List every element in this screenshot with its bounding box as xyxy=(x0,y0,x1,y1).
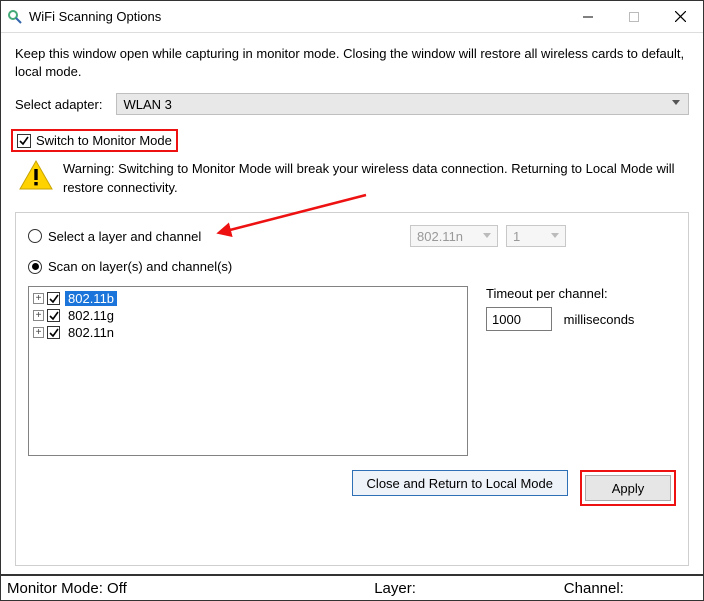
chevron-down-icon xyxy=(672,100,680,105)
monitor-mode-checkbox[interactable] xyxy=(17,134,31,148)
intro-text: Keep this window open while capturing in… xyxy=(15,45,689,81)
apply-highlight: Apply xyxy=(580,470,676,506)
status-layer-label: Layer: xyxy=(374,580,416,597)
tree-item-label: 802.11b xyxy=(65,291,117,306)
radio-scan-layers-label: Scan on layer(s) and channel(s) xyxy=(48,259,232,274)
tree-checkbox[interactable] xyxy=(47,326,60,339)
app-icon xyxy=(7,9,23,25)
tree-checkbox[interactable] xyxy=(47,309,60,322)
monitor-mode-highlight: Switch to Monitor Mode xyxy=(11,129,178,152)
tree-item-label: 802.11n xyxy=(65,325,117,340)
warning-text: Warning: Switching to Monitor Mode will … xyxy=(63,160,685,198)
tree-item[interactable]: + 802.11b xyxy=(31,290,465,307)
adapter-value: WLAN 3 xyxy=(123,97,171,112)
expand-icon[interactable]: + xyxy=(33,293,44,304)
tree-item[interactable]: + 802.11g xyxy=(31,307,465,324)
radio-select-layer-label: Select a layer and channel xyxy=(48,229,201,244)
apply-button[interactable]: Apply xyxy=(585,475,671,501)
adapter-select[interactable]: WLAN 3 xyxy=(116,93,689,115)
close-button-label: Close and Return to Local Mode xyxy=(367,476,553,491)
window-titlebar: WiFi Scanning Options xyxy=(1,1,703,33)
close-window-button[interactable] xyxy=(657,1,703,32)
warning-icon xyxy=(19,160,53,190)
maximize-button[interactable] xyxy=(611,1,657,32)
channel-combo: 1 xyxy=(506,225,566,247)
channel-combo-value: 1 xyxy=(513,229,520,244)
adapter-label: Select adapter: xyxy=(15,97,102,112)
tree-checkbox[interactable] xyxy=(47,292,60,305)
layer-tree[interactable]: + 802.11b + 802.11g + 802.11n xyxy=(28,286,468,456)
window-title: WiFi Scanning Options xyxy=(29,9,565,24)
radio-select-layer[interactable] xyxy=(28,229,42,243)
timeout-input[interactable]: 1000 xyxy=(486,307,552,331)
minimize-button[interactable] xyxy=(565,1,611,32)
monitor-mode-label: Switch to Monitor Mode xyxy=(36,133,172,148)
status-bar: Monitor Mode: Off Layer: Channel: xyxy=(1,574,703,600)
timeout-label: Timeout per channel: xyxy=(486,286,676,301)
tree-item[interactable]: + 802.11n xyxy=(31,324,465,341)
expand-icon[interactable]: + xyxy=(33,327,44,338)
layer-combo: 802.11n xyxy=(410,225,498,247)
expand-icon[interactable]: + xyxy=(33,310,44,321)
timeout-value: 1000 xyxy=(492,312,521,327)
status-channel-label: Channel: xyxy=(564,580,624,597)
layer-combo-value: 802.11n xyxy=(417,229,463,244)
chevron-down-icon xyxy=(483,233,491,238)
scan-groupbox: Select a layer and channel 802.11n 1 Sca… xyxy=(15,212,689,566)
close-local-mode-button[interactable]: Close and Return to Local Mode xyxy=(352,470,568,496)
status-mode-value: Off xyxy=(107,580,127,597)
chevron-down-icon xyxy=(551,233,559,238)
apply-button-label: Apply xyxy=(612,481,645,496)
radio-scan-layers[interactable] xyxy=(28,260,42,274)
timeout-unit: milliseconds xyxy=(564,312,635,327)
status-mode-label: Monitor Mode: xyxy=(7,580,103,597)
tree-item-label: 802.11g xyxy=(65,308,117,323)
